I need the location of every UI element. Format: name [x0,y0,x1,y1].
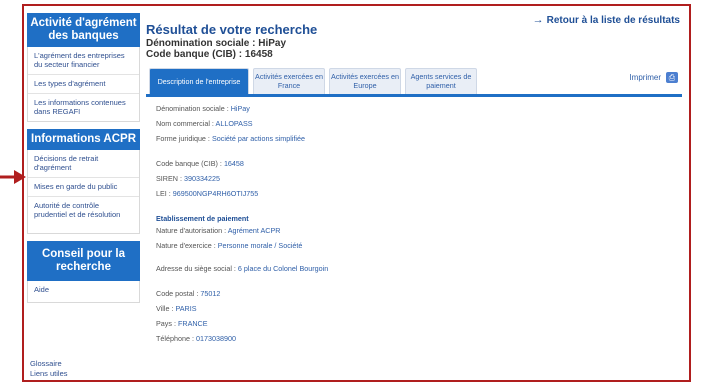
sidebar-section-title: Activité d'agrément des banques [27,13,140,47]
useful-links-link[interactable]: Liens utiles [30,369,68,379]
sidebar-item[interactable]: Mises en garde du public [28,178,139,197]
detail-row: Pays : FRANCE [156,319,208,328]
sidebar-item[interactable]: L'agrément des entreprises du secteur fi… [28,47,139,75]
printer-icon: ⎙ [666,72,678,83]
back-to-results-link[interactable]: → Retour à la liste de résultats [533,14,680,26]
detail-row: Dénomination sociale : HiPay [156,104,250,113]
tab-description[interactable]: Description de l'entreprise [149,68,249,94]
sidebar-item[interactable]: Autorité de contrôle prudentiel et de ré… [28,197,139,233]
tab-activities-france[interactable]: Activités exercées en France [253,68,325,94]
detail-row: Code postal : 75012 [156,289,221,298]
address-row: Adresse du siège social : 6 place du Col… [156,264,329,273]
print-label: Imprimer [629,73,661,82]
main-content: → Retour à la liste de résultats Résultat… [146,14,682,343]
denomination-subtitle: Dénomination sociale : HiPay [146,38,287,49]
sidebar-section: Décisions de retrait d'agrément Mises en… [27,150,140,234]
detail-row: Code banque (CIB) : 16458 [156,159,244,168]
detail-row: Nature d'autorisation : Agrément ACPR [156,226,281,235]
sidebar-section: L'agrément des entreprises du secteur fi… [27,47,140,122]
sidebar-section-title: Informations ACPR [27,129,140,150]
tab-underline [146,94,682,97]
glossary-link[interactable]: Glossaire [30,359,68,369]
company-details: Dénomination sociale : HiPay Nom commerc… [156,104,676,349]
sidebar: Activité d'agrément des banques L'agréme… [27,13,140,303]
detail-row: SIREN : 390334225 [156,174,220,183]
code-subtitle: Code banque (CIB) : 16458 [146,49,273,60]
back-link-label: Retour à la liste de résultats [546,15,680,26]
print-button[interactable]: Imprimer ⎙ [629,72,678,83]
detail-row: Nom commercial : ALLOPASS [156,119,253,128]
sidebar-item-aide[interactable]: Aide [28,281,139,302]
sidebar-section-title: Conseil pour la recherche [27,241,140,281]
detail-row: Nature d'exercice : Personne morale / So… [156,241,303,250]
detail-row: Ville : PARIS [156,304,197,313]
tab-payment-agents[interactable]: Agents services de paiement [405,68,477,94]
tab-activities-europe[interactable]: Activités exercées en Europe [329,68,401,94]
sidebar-footer-links: Glossaire Liens utiles [30,359,68,379]
sidebar-item[interactable]: Les informations contenues dans REGAFI [28,94,139,121]
sidebar-section: Aide [27,281,140,303]
sidebar-item[interactable]: Décisions de retrait d'agrément [28,150,139,178]
detail-row: LEI : 969500NGP4RH6OTIJ755 [156,189,259,198]
detail-row: Téléphone : 0173038900 [156,334,236,343]
pointer-arrow-icon [0,170,26,184]
arrow-right-icon: → [532,14,544,26]
tab-bar: Description de l'entreprise Activités ex… [149,68,477,94]
establishment-title: Etablissement de paiement [156,214,249,223]
sidebar-item[interactable]: Les types d'agrément [28,75,139,94]
detail-row: Forme juridique : Société par actions si… [156,134,306,143]
